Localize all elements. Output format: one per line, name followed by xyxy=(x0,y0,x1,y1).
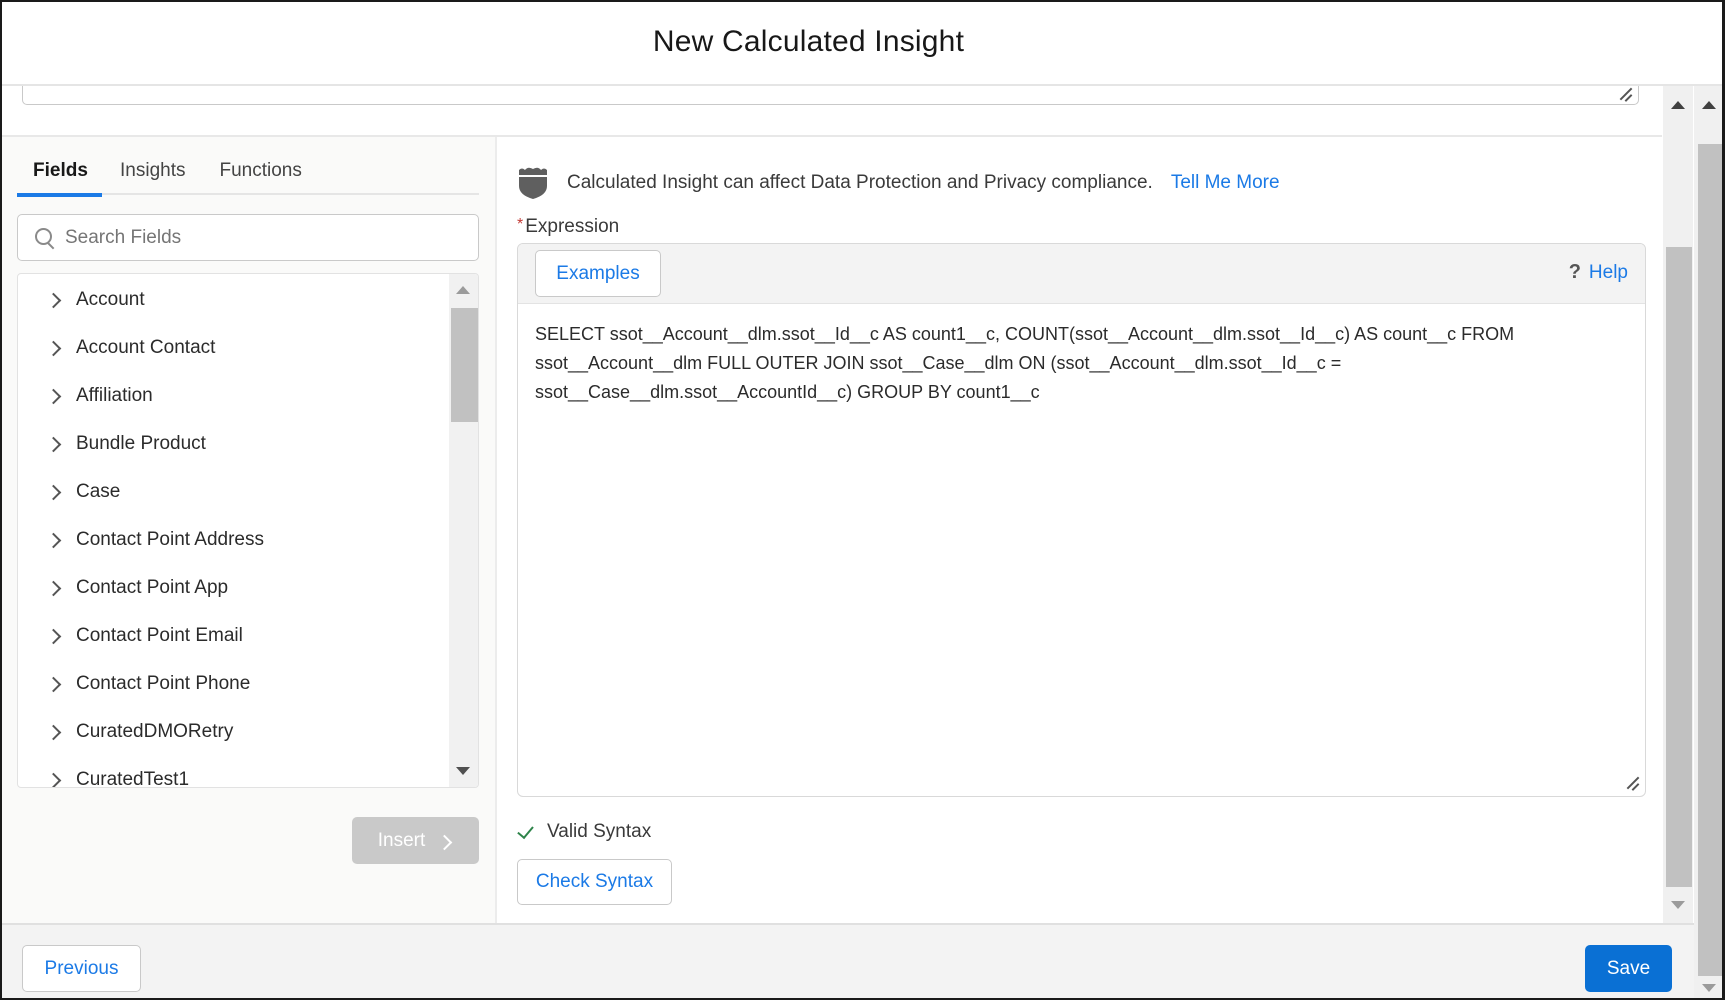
field-item-bundle-product[interactable]: Bundle Product xyxy=(18,424,448,464)
scroll-down-arrow-icon[interactable] xyxy=(1671,901,1685,909)
field-item-account[interactable]: Account xyxy=(18,280,448,320)
expression-toolbar: Examples ? Help xyxy=(518,244,1645,304)
page-scrollbar[interactable] xyxy=(1694,86,1722,998)
scrollbar-thumb[interactable] xyxy=(1698,144,1722,976)
resize-handle-icon[interactable] xyxy=(1623,778,1639,790)
field-item-label: Account Contact xyxy=(76,337,216,358)
insert-button[interactable]: Insert xyxy=(352,817,479,864)
field-item-curated-dmo-retry[interactable]: CuratedDMORetry xyxy=(18,712,448,752)
save-button[interactable]: Save xyxy=(1585,945,1672,992)
tab-functions[interactable]: Functions xyxy=(203,147,317,195)
field-item-label: Contact Point App xyxy=(76,577,229,598)
picker-tabs: Fields Insights Functions xyxy=(17,147,479,197)
chevron-right-icon[interactable] xyxy=(48,725,62,739)
field-item-contact-point-app[interactable]: Contact Point App xyxy=(18,568,448,608)
field-item-contact-point-phone[interactable]: Contact Point Phone xyxy=(18,664,448,704)
scroll-up-arrow-icon[interactable] xyxy=(1671,101,1685,109)
expression-textarea[interactable]: SELECT ssot__Account__dlm.ssot__Id__c AS… xyxy=(535,320,1630,407)
previous-button[interactable]: Previous xyxy=(22,945,141,992)
chevron-right-icon[interactable] xyxy=(48,581,62,595)
field-item-label: Contact Point Address xyxy=(76,529,264,550)
help-label: Help xyxy=(1588,261,1628,283)
field-item-case[interactable]: Case xyxy=(18,472,448,512)
field-item-label: Affiliation xyxy=(76,385,153,406)
insert-button-label: Insert xyxy=(377,829,426,851)
modal-header: New Calculated Insight xyxy=(2,2,1722,86)
question-mark-icon: ? xyxy=(1568,261,1581,283)
chevron-right-icon[interactable] xyxy=(48,533,62,547)
field-item-label: Account xyxy=(76,289,145,310)
search-icon xyxy=(34,227,56,249)
modal-footer: Previous Save xyxy=(2,923,1694,998)
chevron-right-icon[interactable] xyxy=(48,629,62,643)
syntax-status-text: Valid Syntax xyxy=(547,821,652,842)
tab-fields[interactable]: Fields xyxy=(17,147,102,197)
scrollbar-thumb[interactable] xyxy=(1666,247,1692,887)
expression-label: * Expression xyxy=(517,216,619,238)
chevron-right-icon[interactable] xyxy=(48,389,62,403)
modal-title: New Calculated Insight xyxy=(652,25,965,58)
field-list-scrollbar[interactable] xyxy=(449,274,478,787)
required-marker: * xyxy=(517,216,524,233)
chevron-right-icon[interactable] xyxy=(48,341,62,355)
scroll-up-arrow-icon[interactable] xyxy=(456,286,470,294)
chevron-right-icon[interactable] xyxy=(48,485,62,499)
privacy-notice: Calculated Insight can affect Data Prote… xyxy=(517,165,1280,201)
search-fields-input[interactable] xyxy=(65,226,465,249)
field-item-label: Case xyxy=(76,481,121,502)
examples-button[interactable]: Examples xyxy=(535,250,661,297)
field-item-curated-test1[interactable]: CuratedTest1 xyxy=(18,760,448,788)
field-item-label: Contact Point Phone xyxy=(76,673,251,694)
modal-window: New Calculated Insight Fields Insights F… xyxy=(0,0,1725,1000)
privacy-notice-text: Calculated Insight can affect Data Prote… xyxy=(567,172,1153,193)
field-item-label: CuratedTest1 xyxy=(76,769,190,788)
content-scrollbar[interactable] xyxy=(1663,86,1693,923)
chevron-right-icon[interactable] xyxy=(48,437,62,451)
scroll-down-arrow-icon[interactable] xyxy=(456,767,470,775)
chevron-right-icon[interactable] xyxy=(48,677,62,691)
field-item-contact-point-address[interactable]: Contact Point Address xyxy=(18,520,448,560)
scroll-down-arrow-icon[interactable] xyxy=(1702,984,1716,992)
expression-label-text: Expression xyxy=(525,216,620,237)
chevron-right-icon xyxy=(441,835,453,847)
expression-panel: Calculated Insight can affect Data Prote… xyxy=(499,137,1662,923)
chevron-right-icon[interactable] xyxy=(48,773,62,787)
help-link[interactable]: ? Help xyxy=(1569,261,1628,284)
expression-editor: Examples ? Help SELECT ssot__Account__dl… xyxy=(517,243,1646,797)
field-item-label: Bundle Product xyxy=(76,433,206,454)
tell-me-more-link[interactable]: Tell Me More xyxy=(1171,172,1280,194)
chevron-right-icon[interactable] xyxy=(48,293,62,307)
field-item-label: Contact Point Email xyxy=(76,625,243,646)
search-fields-box xyxy=(17,214,479,261)
scrollbar-thumb[interactable] xyxy=(451,308,478,422)
shield-icon xyxy=(519,167,547,199)
field-list: Account Account Contact Affiliation Bund… xyxy=(17,273,479,788)
scroll-up-arrow-icon[interactable] xyxy=(1702,101,1716,109)
field-item-label: CuratedDMORetry xyxy=(76,721,234,742)
tab-insights[interactable]: Insights xyxy=(104,147,201,195)
field-item-contact-point-email[interactable]: Contact Point Email xyxy=(18,616,448,656)
resize-handle-icon[interactable] xyxy=(1616,89,1632,101)
syntax-status: Valid Syntax xyxy=(517,818,651,846)
check-icon xyxy=(517,823,535,841)
field-item-account-contact[interactable]: Account Contact xyxy=(18,328,448,368)
check-syntax-button[interactable]: Check Syntax xyxy=(517,859,672,905)
field-picker-panel: Fields Insights Functions Account Accoun… xyxy=(2,137,497,923)
field-item-affiliation[interactable]: Affiliation xyxy=(18,376,448,416)
